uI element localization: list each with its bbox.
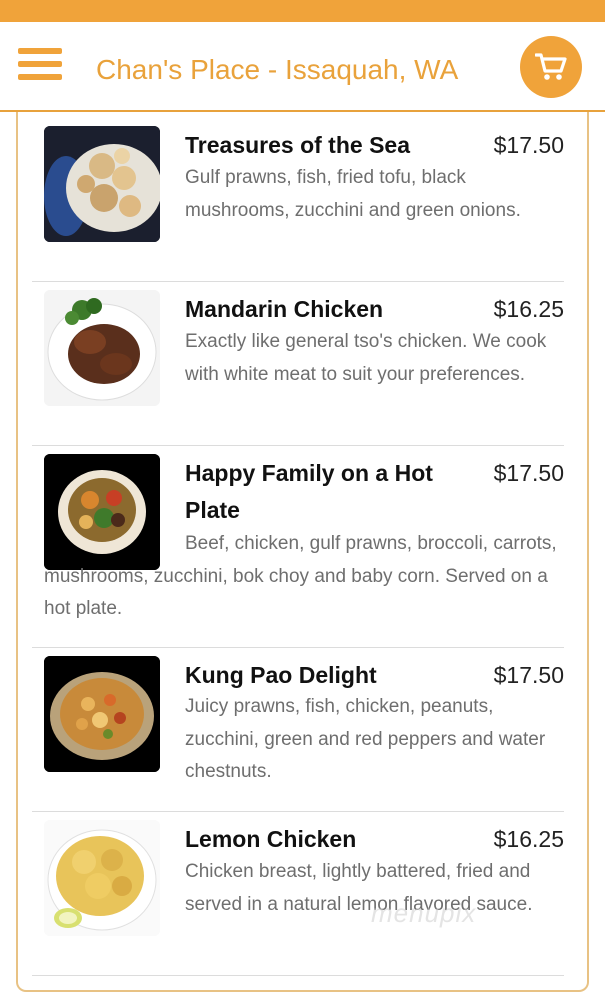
status-bar xyxy=(0,0,605,22)
item-description: Gulf prawns, fish, fried tofu, black mus… xyxy=(185,167,521,221)
item-price: $16.25 xyxy=(493,296,564,322)
page-title: Chan's Place - Issaquah, WA xyxy=(96,54,459,85)
item-name: Kung Pao Delight xyxy=(185,662,377,688)
menu-item[interactable]: Kung Pao Delight $17.50 Juicy prawns, fi… xyxy=(32,648,564,812)
item-description: Juicy prawns, fish, chicken, peanuts, zu… xyxy=(185,696,546,782)
item-description: Beef, chicken, gulf prawns, broccoli, ca… xyxy=(44,533,557,619)
hamburger-menu-icon[interactable] xyxy=(18,48,62,84)
item-name: Mandarin Chicken xyxy=(185,296,384,322)
dish-photo xyxy=(44,290,160,406)
watermark: menupix xyxy=(371,898,477,928)
item-price: $17.50 xyxy=(493,662,564,688)
menu-item[interactable]: Lemon Chicken $16.25 Chicken breast, lig… xyxy=(32,812,564,976)
menu-list: Treasures of the Sea $17.50 Gulf prawns,… xyxy=(16,112,589,992)
item-price: $17.50 xyxy=(493,132,564,158)
item-description: Exactly like general tso's chicken. We c… xyxy=(185,331,547,385)
menu-item[interactable]: Mandarin Chicken $16.25 Exactly like gen… xyxy=(32,282,564,446)
item-price: $17.50 xyxy=(493,460,564,486)
dish-photo xyxy=(44,126,160,242)
item-price: $16.25 xyxy=(493,826,564,852)
menu-item[interactable]: Happy Family on a Hot Plate $17.50 Beef,… xyxy=(32,446,564,648)
cart-button[interactable] xyxy=(520,36,582,98)
dish-photo xyxy=(44,820,160,936)
item-name: Happy Family on a Hot Plate xyxy=(185,460,433,523)
dish-photo xyxy=(44,656,160,772)
app-header: Chan's Place - Issaquah, WA xyxy=(0,22,605,112)
shopping-cart-icon xyxy=(535,53,567,80)
menu-item[interactable]: Treasures of the Sea $17.50 Gulf prawns,… xyxy=(32,112,564,282)
item-name: Treasures of the Sea xyxy=(185,132,410,158)
item-name: Lemon Chicken xyxy=(185,826,357,852)
